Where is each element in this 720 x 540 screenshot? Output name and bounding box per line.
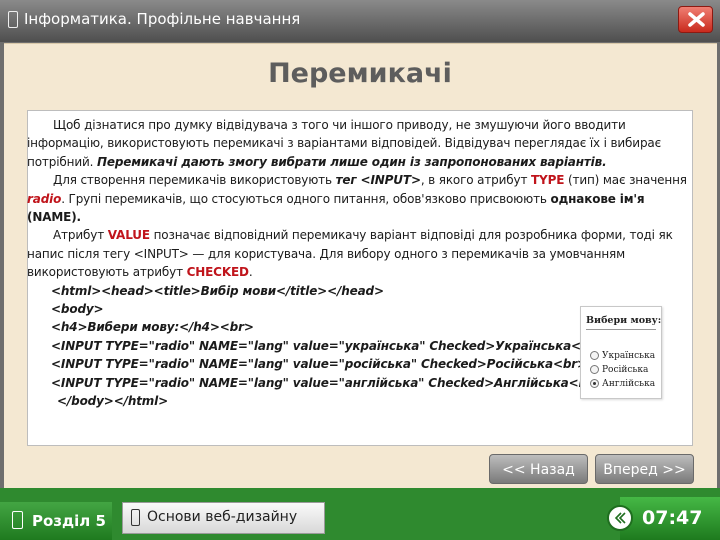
p3-text-3: . — [248, 265, 253, 280]
p2-tag: тег <INPUT> — [335, 173, 421, 188]
p2-text-2: , в якого атрибут — [420, 173, 531, 188]
clock-time: 07:47 — [642, 507, 703, 529]
title-bar: Інформатика. Профільне навчання — [0, 0, 720, 42]
radio-checked-icon — [590, 379, 599, 388]
radio-icon — [590, 365, 599, 374]
chevron-left-icon — [614, 512, 626, 524]
p3-checked: CHECKED — [186, 265, 249, 280]
paragraph-2: Для створення перемикачів використовують… — [27, 171, 687, 226]
example-option: Англійська — [590, 379, 655, 389]
example-divider — [586, 329, 656, 330]
book-icon — [8, 11, 18, 28]
radio-icon — [590, 351, 599, 360]
book-icon — [12, 511, 23, 529]
close-button[interactable] — [678, 6, 713, 33]
option-label: Англійська — [602, 379, 656, 389]
p2-text-3: (тип) має значення — [564, 173, 687, 188]
p2-radio: radio — [27, 191, 62, 206]
course-tab[interactable]: Основи веб-дизайну — [122, 502, 325, 534]
section-tab[interactable]: Розділ 5 — [0, 502, 112, 540]
code-line: <html><head><title>Вибір мови</title></h… — [51, 283, 384, 298]
section-label: Розділ 5 — [32, 512, 106, 530]
p2-type: TYPE — [531, 173, 565, 188]
p3-value: VALUE — [107, 228, 150, 243]
book-icon — [131, 509, 140, 526]
example-title: Вибери мову: — [586, 315, 662, 326]
p2-text-1: Для створення перемикачів використовують — [53, 173, 336, 188]
close-icon — [688, 12, 705, 27]
option-label: Українська — [602, 351, 656, 361]
p3-text-1: Атрибут — [53, 228, 108, 243]
p1-emphasis: Перемикачі дають змогу вибрати лише один… — [96, 154, 607, 169]
window-title: Інформатика. Профільне навчання — [24, 10, 301, 28]
back-button[interactable]: << Назад — [489, 454, 588, 484]
course-label: Основи веб-дизайну — [147, 509, 298, 525]
paragraph-1: Щоб дізнатися про думку відвідувача з то… — [27, 116, 687, 171]
page-title: Перемикачі — [268, 58, 452, 89]
option-label: Російська — [602, 365, 649, 375]
example-option: Російська — [590, 365, 648, 375]
paragraph-3: Атрибут VALUE позначає відповідний перем… — [27, 226, 687, 281]
example-form-image: Вибери мову: Українська Російська Англій… — [580, 306, 662, 399]
p2-text-4: . Групі перемикачів, що стосуються одног… — [61, 191, 551, 206]
next-button[interactable]: Вперед >> — [595, 454, 694, 484]
back-circle-button[interactable] — [607, 505, 633, 531]
example-option: Українська — [590, 351, 655, 361]
